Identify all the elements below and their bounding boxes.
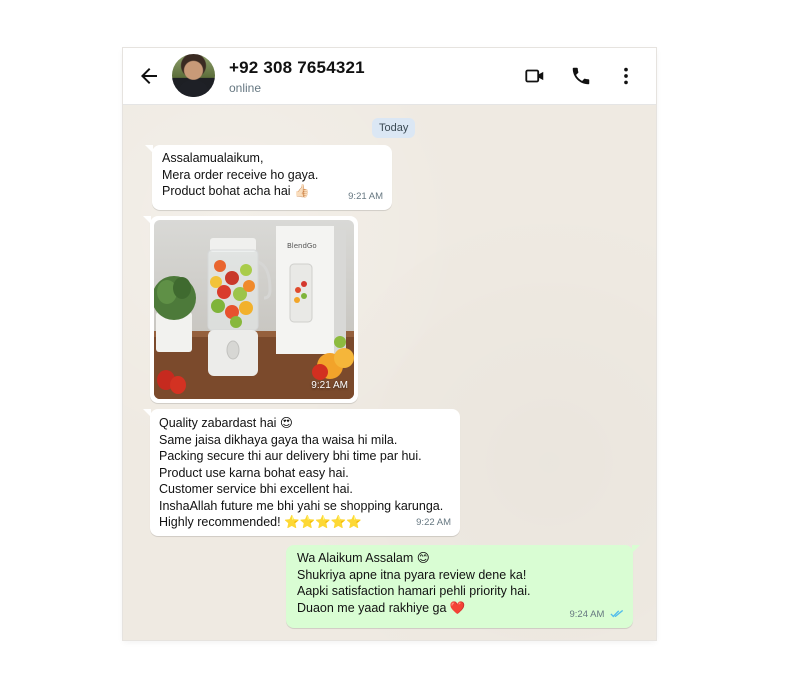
message-line: Quality zabardast hai 😍: [159, 416, 293, 430]
blender-illustration: BlendGo: [154, 226, 354, 399]
message-text: Wa Alaikum Assalam 😊 Shukriya apne itna …: [297, 550, 530, 616]
message-line: Customer service bhi excellent hai.: [159, 482, 353, 496]
phone-icon[interactable]: [570, 65, 592, 87]
date-divider: Today: [372, 118, 416, 138]
message-line: Shukriya apne itna pyara review dene ka!: [297, 567, 527, 582]
image-time: 9:21 AM: [311, 379, 348, 391]
message-line: Product bohat acha hai 👍🏻: [162, 184, 310, 198]
avatar[interactable]: [172, 54, 215, 97]
message-text: Quality zabardast hai 😍 Same jaisa dikha…: [159, 415, 443, 531]
contact-status: online: [229, 81, 262, 95]
message-line: Duaon me yaad rakhiye ga ❤️: [297, 600, 466, 615]
message-meta: 9:24 AM: [570, 607, 625, 624]
incoming-message[interactable]: Quality zabardast hai 😍 Same jaisa dikha…: [143, 409, 460, 536]
product-photo[interactable]: BlendGo 9:21 AM: [154, 220, 354, 399]
video-call-icon[interactable]: [524, 65, 546, 87]
message-line: Aapki satisfaction hamari pehli priority…: [297, 584, 531, 598]
incoming-message[interactable]: Assalamualaikum, Mera order receive ho g…: [145, 145, 392, 210]
more-vertical-icon[interactable]: [615, 65, 637, 87]
message-time: 9:22 AM: [416, 516, 451, 528]
message-time: 9:21 AM: [348, 190, 383, 202]
message-line: InshaAllah future me bhi yahi se shoppin…: [159, 498, 444, 513]
message-line: Product use karna bohat easy hai.: [159, 465, 349, 480]
message-line: Packing secure thi aur delivery bhi time…: [159, 449, 422, 463]
message-text: Assalamualaikum, Mera order receive ho g…: [162, 150, 318, 200]
double-check-icon: [610, 609, 624, 617]
message-line: Assalamualaikum,: [162, 151, 264, 165]
box-brand: BlendGo: [287, 242, 317, 250]
message-line: Same jaisa dikhaya gaya tha waisa hi mil…: [159, 432, 398, 447]
message-line: Highly recommended! ⭐⭐⭐⭐⭐: [159, 515, 362, 529]
incoming-image-message[interactable]: BlendGo 9:21 AM: [143, 216, 358, 403]
back-arrow-icon[interactable]: [137, 64, 161, 88]
message-line: Mera order receive ho gaya.: [162, 167, 319, 182]
chat-header: +92 308 7654321 online: [123, 48, 656, 105]
message-time: 9:24 AM: [569, 608, 605, 620]
outgoing-message[interactable]: Wa Alaikum Assalam 😊 Shukriya apne itna …: [286, 545, 640, 628]
message-line: Wa Alaikum Assalam 😊: [297, 551, 430, 565]
chat-window: +92 308 7654321 online Today Assalamuala…: [123, 48, 656, 640]
contact-name[interactable]: +92 308 7654321: [229, 58, 365, 78]
